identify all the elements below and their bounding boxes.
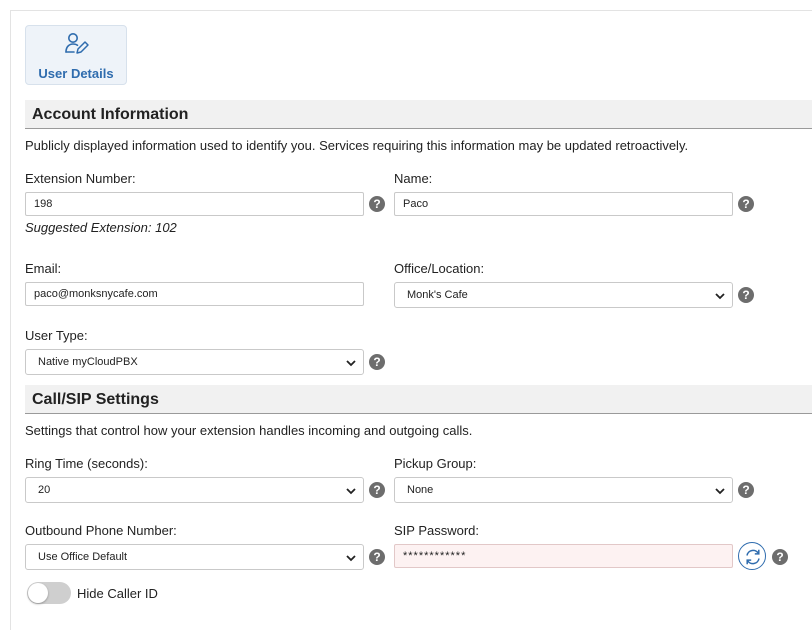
email-label: Email: [25, 261, 62, 276]
help-icon-office[interactable]: ? [738, 287, 754, 303]
outbound-number-select[interactable]: Use Office Default [25, 544, 364, 570]
regenerate-password-button[interactable] [738, 542, 766, 570]
name-label: Name: [394, 171, 433, 186]
help-icon-extension[interactable]: ? [369, 196, 385, 212]
help-icon-outbound[interactable]: ? [369, 549, 385, 565]
outbound-number-label: Outbound Phone Number: [25, 523, 177, 538]
section-header-account: Account Information [25, 100, 812, 129]
suggested-extension: Suggested Extension: 102 [25, 220, 177, 235]
sip-password-label: SIP Password: [394, 523, 480, 538]
help-icon-user-type[interactable]: ? [369, 354, 385, 370]
office-select-value: Monk's Cafe [407, 289, 468, 301]
account-description: Publicly displayed information used to i… [25, 138, 689, 153]
chevron-down-icon [346, 486, 356, 498]
pickup-group-label: Pickup Group: [394, 456, 477, 471]
ring-time-select[interactable]: 20 [25, 477, 364, 503]
help-icon-sip-password[interactable]: ? [772, 549, 788, 565]
user-edit-icon [64, 31, 90, 62]
tab-label: User Details [38, 66, 114, 81]
sip-password-input[interactable] [394, 544, 733, 568]
hide-caller-id-label: Hide Caller ID [77, 586, 158, 601]
chevron-down-icon [715, 486, 725, 498]
chevron-down-icon [346, 553, 356, 565]
office-label: Office/Location: [394, 261, 485, 276]
tab-user-details[interactable]: User Details [25, 25, 127, 85]
call-sip-description: Settings that control how your extension… [25, 423, 473, 438]
office-select[interactable]: Monk's Cafe [394, 282, 733, 308]
help-icon-pickup-group[interactable]: ? [738, 482, 754, 498]
refresh-icon [746, 549, 760, 565]
extension-input[interactable] [25, 192, 364, 216]
ring-time-label: Ring Time (seconds): [25, 456, 148, 471]
help-icon-ring-time[interactable]: ? [369, 482, 385, 498]
user-type-select-value: Native myCloudPBX [38, 356, 138, 368]
pickup-group-select-value: None [407, 484, 434, 496]
extension-label: Extension Number: [25, 171, 136, 186]
hide-caller-id-toggle[interactable] [27, 582, 71, 604]
toggle-knob [28, 583, 48, 603]
help-icon-name[interactable]: ? [738, 196, 754, 212]
chevron-down-icon [346, 358, 356, 370]
user-type-label: User Type: [25, 328, 88, 343]
ring-time-select-value: 20 [38, 484, 51, 496]
outbound-number-select-value: Use Office Default [38, 551, 128, 563]
section-header-call-sip: Call/SIP Settings [25, 385, 812, 414]
email-input[interactable] [25, 282, 364, 306]
name-input[interactable] [394, 192, 733, 216]
chevron-down-icon [715, 291, 725, 303]
pickup-group-select[interactable]: None [394, 477, 733, 503]
user-type-select[interactable]: Native myCloudPBX [25, 349, 364, 375]
